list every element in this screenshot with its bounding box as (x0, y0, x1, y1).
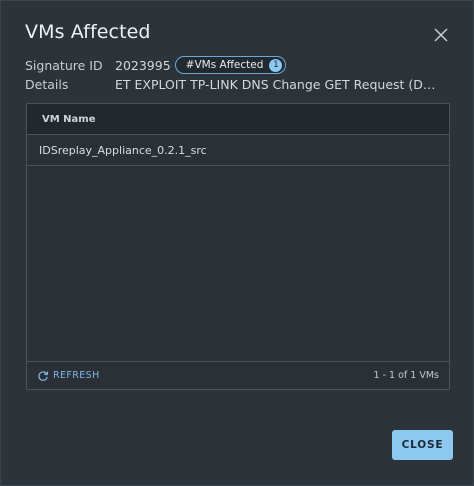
vm-datagrid: VM Name IDSreplay_Appliance_0.2.1_src RE… (26, 103, 450, 390)
pagination-text: 1 - 1 of 1 VMs (373, 370, 439, 381)
close-icon[interactable] (433, 27, 449, 43)
signature-value: 2023995 (115, 57, 171, 73)
grid-footer: REFRESH 1 - 1 of 1 VMs (27, 361, 449, 389)
refresh-button[interactable]: REFRESH (37, 370, 100, 382)
badge-label: #VMs Affected (185, 59, 264, 71)
badge-count: 1 (269, 58, 283, 72)
table-row[interactable]: IDSreplay_Appliance_0.2.1_src (27, 135, 449, 166)
dialog-title: VMs Affected (25, 21, 151, 43)
close-button[interactable]: CLOSE (392, 430, 453, 460)
refresh-label: REFRESH (53, 370, 100, 381)
vms-affected-dialog: VMs Affected Signature ID 2023995 #VMs A… (0, 0, 474, 486)
vm-name-cell: IDSreplay_Appliance_0.2.1_src (39, 143, 207, 157)
vms-affected-badge: #VMs Affected 1 (174, 56, 287, 74)
details-row: Details ET EXPLOIT TP-LINK DNS Change GE… (25, 75, 443, 93)
details-label: Details (25, 76, 69, 92)
column-header-vm-name[interactable]: VM Name (27, 104, 449, 135)
signature-label: Signature ID (25, 57, 103, 73)
signature-row: Signature ID 2023995 #VMs Affected 1 (25, 55, 287, 75)
details-value: ET EXPLOIT TP-LINK DNS Change GET Reques… (115, 76, 443, 92)
refresh-icon (38, 370, 49, 381)
